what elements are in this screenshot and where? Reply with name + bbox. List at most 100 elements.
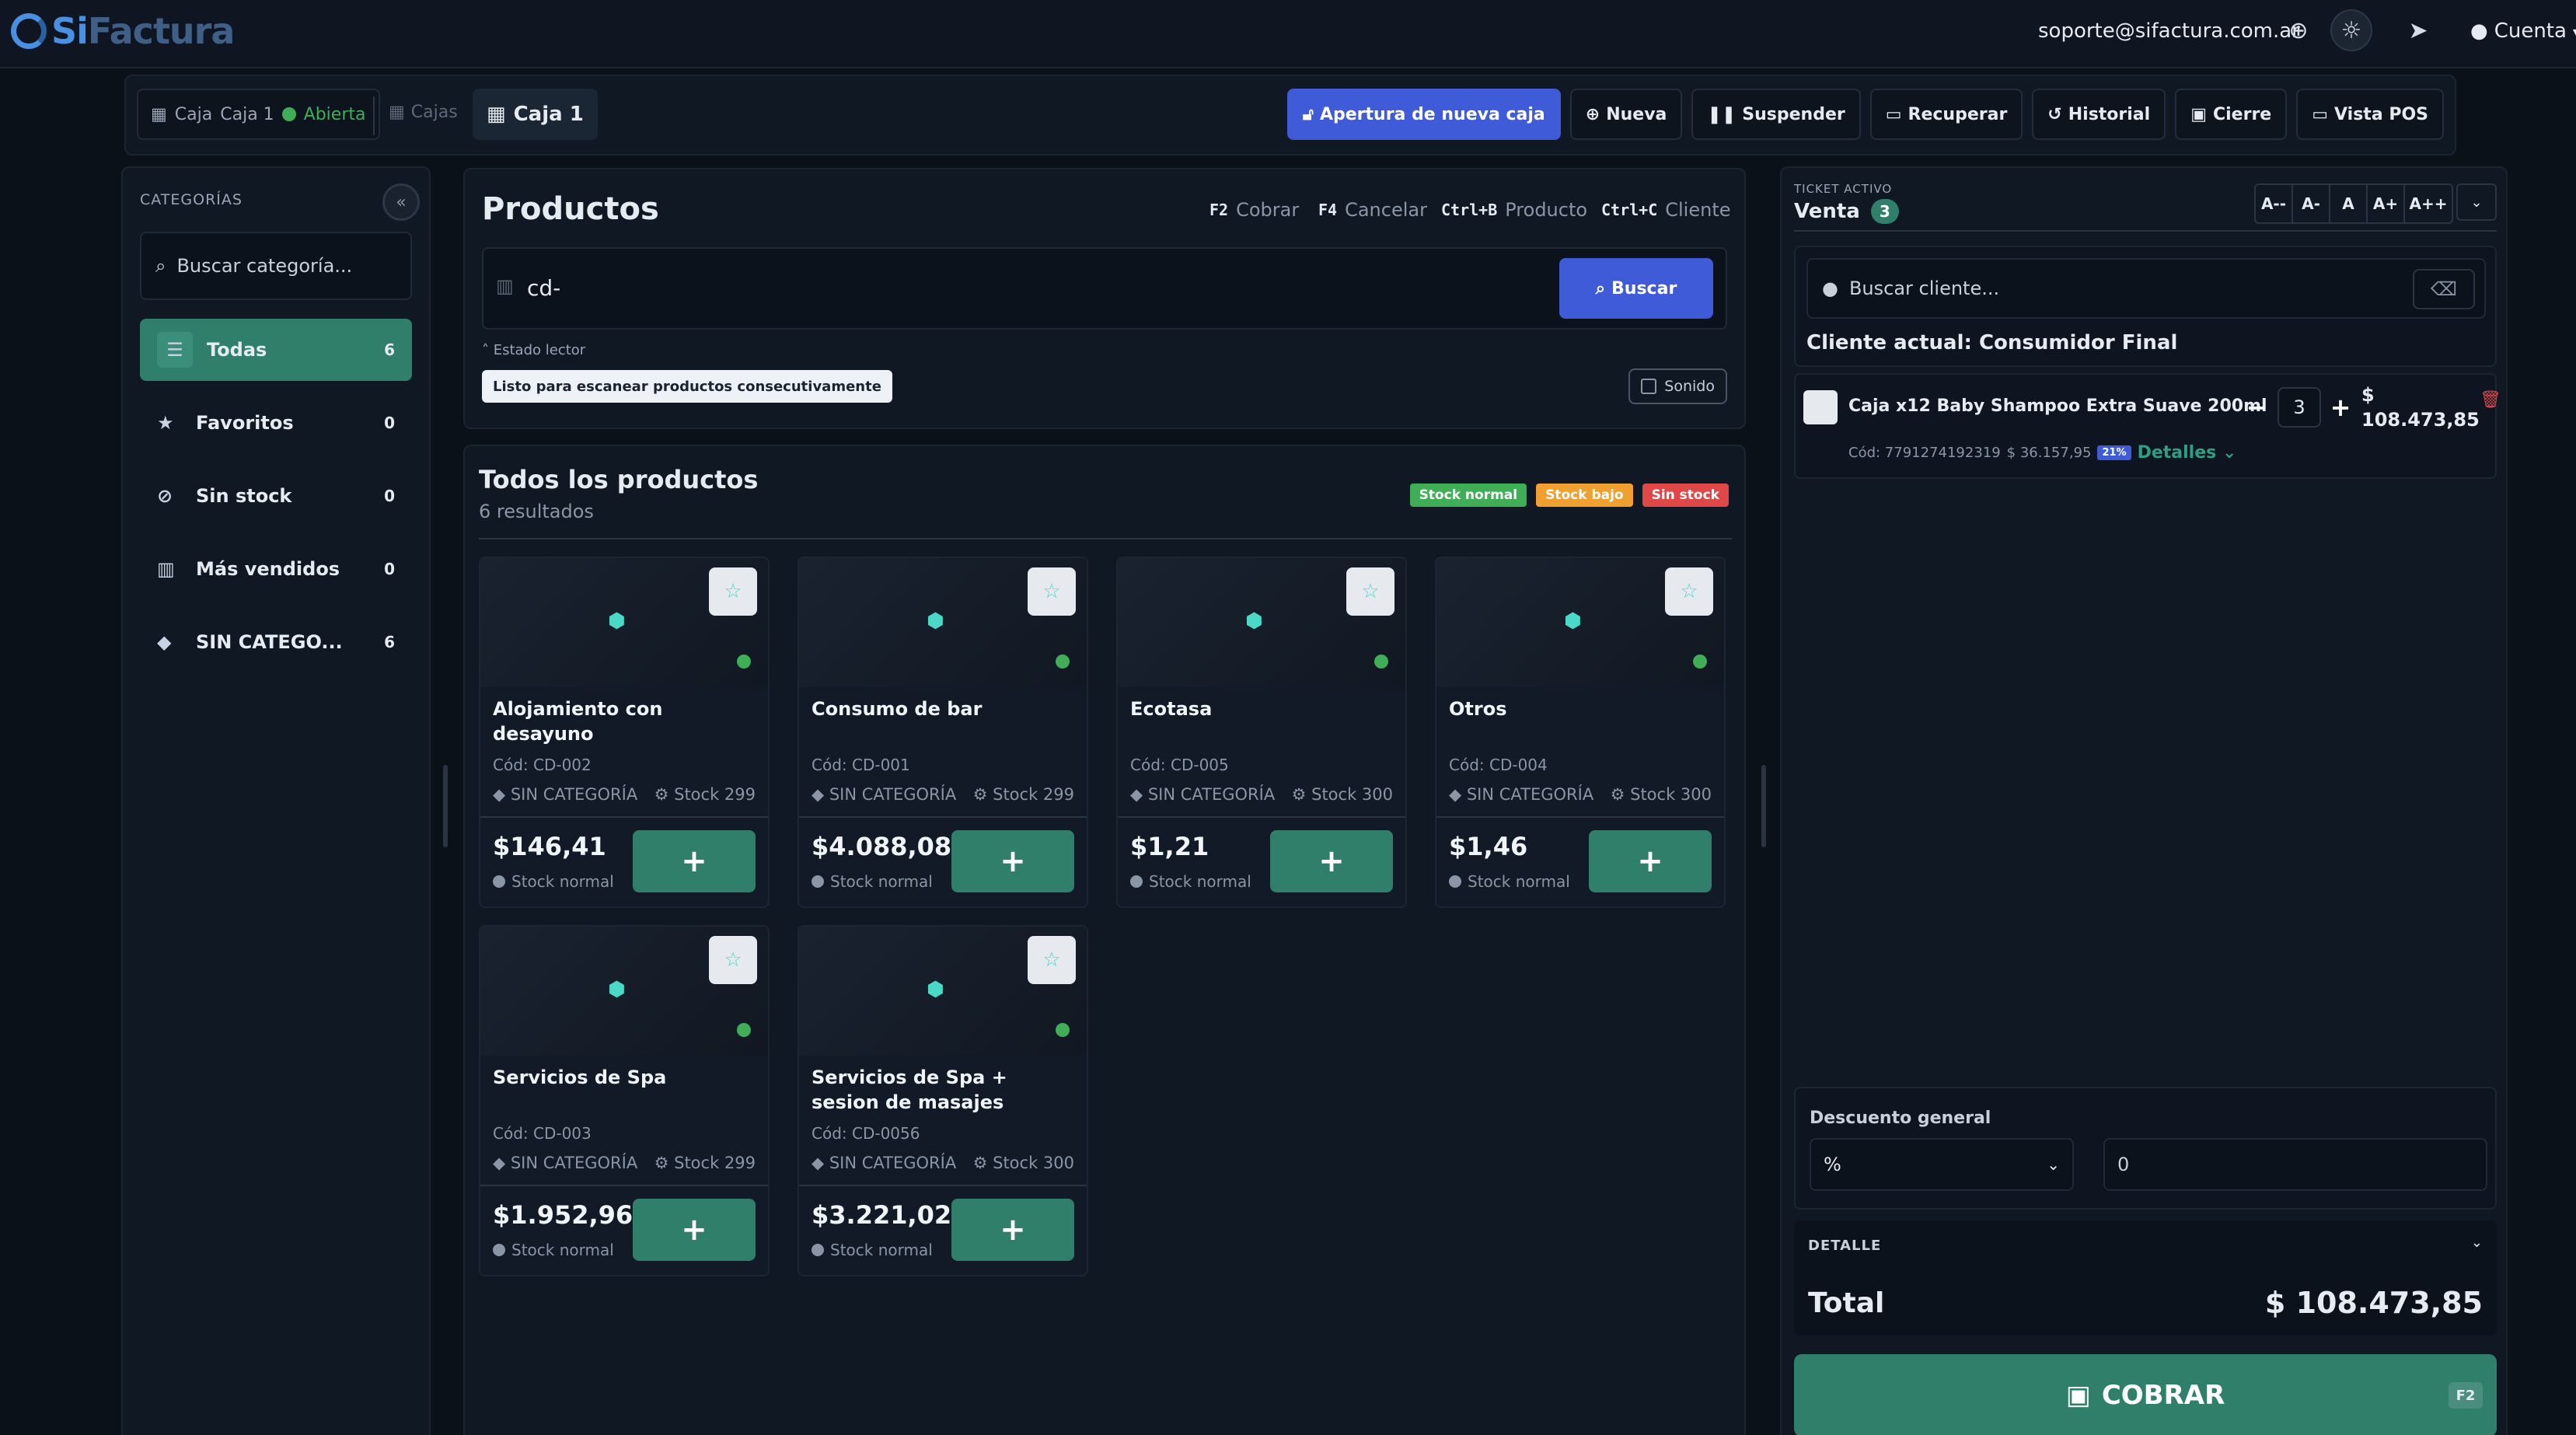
suspend-button[interactable]: ❚❚ Suspender: [1691, 89, 1861, 140]
product-card[interactable]: ⬢ ☆ Otros Cód: CD-004 ◆ SIN CATEGORÍA ⚙ S…: [1435, 557, 1726, 908]
caja-chip-name: Caja 1: [220, 104, 274, 124]
product-stock-status: Stock normal: [1130, 872, 1251, 891]
favorite-star-icon[interactable]: ☆: [1346, 567, 1394, 616]
add-to-ticket-button[interactable]: +: [633, 830, 756, 892]
open-new-caja-button[interactable]: 🔓︎ Apertura de nueva caja: [1286, 89, 1561, 140]
send-icon[interactable]: ➤: [2397, 9, 2439, 51]
account-menu[interactable]: ● Cuenta ▾: [2470, 14, 2576, 48]
shortcut-cobrar: F2 Cobrar: [1209, 199, 1299, 221]
tag-icon: ◆: [157, 631, 172, 653]
legend-stock-bajo: Stock bajo: [1536, 484, 1633, 507]
star-icon: ★: [157, 412, 174, 434]
favorite-star-icon[interactable]: ☆: [1665, 567, 1713, 616]
collapse-sidebar-icon[interactable]: «: [382, 183, 420, 221]
caja-status-chip[interactable]: ▦ Caja Caja 1 Abierta: [137, 89, 380, 140]
product-card[interactable]: ⬢ ☆ Servicios de Spa + sesion de masajes…: [798, 925, 1088, 1276]
category-item-sin-stock[interactable]: ⊘ Sin stock 0: [140, 465, 412, 527]
ticket-label: TICKET ACTIVO: [1794, 182, 1893, 196]
history-button[interactable]: ↺ Historial: [2032, 89, 2166, 140]
cajas-link[interactable]: ▦ Cajas: [389, 103, 458, 122]
category-count: 0: [384, 560, 395, 578]
globe-icon[interactable]: ⊕: [2278, 9, 2319, 51]
trash-icon[interactable]: 🗑︎: [2480, 390, 2501, 410]
product-card[interactable]: ⬢ ☆ Servicios de Spa Cód: CD-003 ◆ SIN C…: [479, 925, 770, 1276]
product-name: Servicios de Spa + sesion de masajes: [812, 1067, 1007, 1113]
buscar-label: Buscar: [1611, 278, 1677, 299]
font-size-md-button[interactable]: A: [2330, 185, 2368, 222]
box-icon: ⬢: [1564, 609, 1582, 633]
font-size-lg-button[interactable]: A+: [2368, 185, 2405, 222]
estado-lector-toggle[interactable]: ˄ Estado lector: [482, 342, 585, 358]
logo-text-factura: Factura: [87, 10, 235, 52]
current-caja-tab[interactable]: ▦ Caja 1: [473, 89, 598, 140]
decrease-qty-button[interactable]: −: [2240, 390, 2273, 424]
category-item-mas-vendidos[interactable]: ▥ Más vendidos 0: [140, 538, 412, 600]
favorite-star-icon[interactable]: ☆: [1028, 567, 1076, 616]
add-to-ticket-button[interactable]: +: [951, 830, 1074, 892]
add-to-ticket-button[interactable]: +: [951, 1199, 1074, 1261]
discount-type-select[interactable]: % ⌄: [1810, 1138, 2074, 1191]
eraser-icon[interactable]: ⌫: [2413, 269, 2475, 309]
customer-search-placeholder: Buscar cliente...: [1848, 278, 2000, 299]
sound-checkbox[interactable]: [1641, 379, 1657, 394]
favorite-star-icon[interactable]: ☆: [1028, 936, 1076, 984]
product-card[interactable]: ⬢ ☆ Consumo de bar Cód: CD-001 ◆ SIN CAT…: [798, 557, 1088, 908]
add-to-ticket-button[interactable]: +: [633, 1199, 756, 1261]
cobrar-button[interactable]: ▣ COBRAR F2: [1794, 1354, 2497, 1435]
user-icon: ●: [1822, 278, 1838, 299]
product-stock: Stock 300: [1630, 785, 1712, 804]
stock-status-dot: [737, 655, 751, 669]
category-item-todas[interactable]: ☰ Todas 6: [140, 319, 412, 381]
cash-icon: ▣: [2065, 1380, 2091, 1411]
box-icon: ⬢: [927, 609, 944, 633]
increase-qty-button[interactable]: +: [2324, 390, 2357, 424]
add-to-ticket-button[interactable]: +: [1589, 830, 1712, 892]
product-card[interactable]: ⬢ ☆ Ecotasa Cód: CD-005 ◆ SIN CATEGORÍA ⚙…: [1116, 557, 1407, 908]
recover-button[interactable]: ▭ Recuperar: [1869, 89, 2023, 140]
qty-input[interactable]: 3: [2278, 387, 2321, 428]
results-count: 6 resultados: [479, 501, 594, 522]
new-button[interactable]: ⊕ Nueva: [1569, 89, 1683, 140]
barcode-search-input[interactable]: ▥ cd- ⌕ Buscar: [482, 247, 1727, 330]
history-label: Historial: [2068, 104, 2151, 124]
theme-toggle-icon[interactable]: ☼: [2330, 9, 2372, 51]
resize-handle[interactable]: [443, 765, 448, 847]
favorite-star-icon[interactable]: ☆: [709, 567, 757, 616]
font-size-sm-button[interactable]: A-: [2293, 185, 2330, 222]
product-meta: ◆ SIN CATEGORÍA ⚙ Stock 299: [493, 1154, 756, 1172]
folder-open-icon: ▭: [1885, 104, 1902, 124]
customer-search-input[interactable]: ● Buscar cliente... ⌫: [1806, 258, 2486, 319]
category-search-input[interactable]: ⌕ Buscar categoría...: [140, 232, 412, 300]
category-item-favoritos[interactable]: ★ Favoritos 0: [140, 392, 412, 454]
category-count: 0: [384, 487, 395, 505]
close-caja-button[interactable]: ▣ Cierre: [2175, 89, 2288, 140]
details-toggle[interactable]: Detalles ⌄: [2138, 443, 2237, 463]
pos-view-button[interactable]: ▭ Vista POS: [2296, 89, 2444, 140]
font-size-xs-button[interactable]: A--: [2256, 185, 2293, 222]
current-customer: Cliente actual: Consumidor Final: [1806, 331, 2178, 354]
product-card[interactable]: ⬢ ☆ Alojamiento con desayuno Cód: CD-002…: [479, 557, 770, 908]
sound-toggle[interactable]: Sonido: [1628, 368, 1727, 404]
expand-chevron-icon[interactable]: ⌄: [2456, 183, 2497, 221]
support-email-link[interactable]: soporte@sifactura.com.ar: [2038, 14, 2300, 48]
caja-chip-status: Abierta: [303, 104, 366, 124]
favorite-star-icon[interactable]: ☆: [709, 936, 757, 984]
recover-label: Recuperar: [1908, 104, 2008, 124]
product-meta: ◆ SIN CATEGORÍA ⚙ Stock 300: [1449, 785, 1712, 804]
logo[interactable]: Si Factura: [11, 8, 235, 54]
discount-box: Descuento general % ⌄ 0: [1794, 1087, 2497, 1210]
discount-value-input[interactable]: 0: [2103, 1138, 2487, 1191]
products-search-panel: Productos F2 Cobrar F4 Cancelar Ctrl+B Prod…: [463, 168, 1746, 429]
buscar-button[interactable]: ⌕ Buscar: [1559, 258, 1713, 319]
detail-chevron-icon[interactable]: ⌄: [2471, 1234, 2483, 1251]
font-size-xl-button[interactable]: A++: [2405, 185, 2452, 222]
add-to-ticket-button[interactable]: +: [1270, 830, 1393, 892]
line-item-amount: 108.473,85: [2361, 409, 2480, 431]
line-item-image: [1803, 390, 1838, 424]
product-price: $1,46: [1449, 832, 1528, 861]
product-status-label: Stock normal: [830, 1241, 933, 1259]
resize-handle[interactable]: [1761, 765, 1766, 847]
category-item-sin-categoria[interactable]: ◆ SIN CATEGO... 6: [140, 611, 412, 673]
product-stock: Stock 300: [1311, 785, 1393, 804]
product-name: Otros: [1449, 698, 1507, 720]
